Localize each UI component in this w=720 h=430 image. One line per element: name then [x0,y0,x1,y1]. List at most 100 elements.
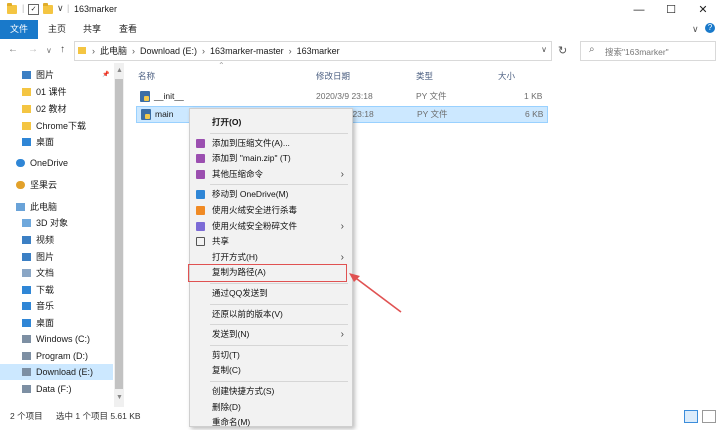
refresh-icon[interactable]: ↻ [558,44,567,57]
forward-arrow-icon[interactable]: → [28,44,38,55]
search-box[interactable]: ⌕ 搜索"163marker" [580,41,716,61]
menu-item-label: 使用火绒安全粉碎文件 [212,220,298,231]
sidebar-item[interactable]: 图片 📌 [0,67,113,83]
close-button[interactable]: ✕ [686,0,720,20]
videos-icon [22,236,31,244]
sidebar-item[interactable]: 桌面 [0,134,113,150]
sidebar-item[interactable]: 此电脑 [0,199,113,215]
folder-icon [22,88,31,96]
tab-home[interactable]: 主页 [40,20,74,39]
sidebar-item[interactable]: Chrome下载 [0,118,113,134]
minimize-button[interactable]: — [622,0,656,20]
menu-item[interactable]: 添加到压缩文件(A)... [190,136,352,151]
column-header-date[interactable]: 修改日期 [316,70,350,82]
sidebar-item[interactable]: 文档 [0,265,113,281]
menu-item[interactable]: 还原以前的版本(V) [190,307,352,322]
menu-item[interactable]: 共享 [190,234,352,249]
search-input[interactable]: 搜索"163marker" [605,46,669,58]
sidebar-item-label: 图片 [36,252,55,262]
maximize-button[interactable]: ☐ [654,0,688,20]
menu-item[interactable]: 添加到 "main.zip" (T) [190,151,352,166]
submenu-arrow-icon: › [340,251,344,263]
breadcrumb-item[interactable]: 163marker-master [210,46,284,56]
search-icon: ⌕ [589,44,595,55]
details-view-icon[interactable] [684,410,698,423]
menu-item[interactable]: 通过QQ发送到 [190,286,352,301]
column-header-name[interactable]: 名称 [138,70,155,82]
menu-item[interactable]: 创建快捷方式(S) [190,384,352,399]
sidebar-item-label: 3D 对象 [36,218,69,228]
menu-item-label: 删除(D) [212,401,241,412]
checkbox-icon[interactable]: ✓ [28,4,39,15]
sidebar-item[interactable]: OneDrive [0,155,113,171]
menu-item[interactable]: 剪切(T) [190,348,352,363]
new-folder-icon[interactable] [43,3,53,14]
tab-file[interactable]: 文件 [0,20,38,39]
tab-share[interactable]: 共享 [75,20,109,39]
quick-access-dropdown-icon[interactable]: ∨ [57,3,64,14]
submenu-arrow-icon: › [340,220,344,232]
menu-item[interactable]: 使用火绒安全进行杀毒 [190,203,352,218]
sidebar-item[interactable]: 图片 [0,249,113,265]
file-size: 1 KB [524,91,543,101]
computer-icon [16,203,25,211]
sidebar-item[interactable]: 02 教材 [0,101,113,117]
breadcrumb-item[interactable]: 163marker [297,46,340,56]
recent-locations-icon[interactable]: ∨ [46,46,52,55]
menu-item[interactable]: 打开(O) [190,115,352,130]
sidebar-item[interactable]: 下载 [0,282,113,298]
folder-icon [7,3,17,14]
sidebar-scrollbar[interactable]: ▲ ▼ [114,63,124,407]
large-icons-view-icon[interactable] [702,410,716,423]
sidebar-item-label: Windows (C:) [36,334,91,344]
menu-item-label: 创建快捷方式(S) [212,386,275,396]
menu-item[interactable]: 打开方式(H) › [190,250,352,265]
sidebar-item-label: 文档 [36,268,55,278]
scrollbar-thumb[interactable] [115,79,123,389]
menu-item[interactable]: 使用火绒安全粉碎文件 › [190,219,352,234]
folder-icon [22,122,31,130]
sidebar-item[interactable]: 音乐 [0,298,113,314]
sidebar-item[interactable]: Windows (C:) [0,331,113,347]
selection-info: 选中 1 个项目 5.61 KB [56,411,141,421]
address-dropdown-icon[interactable]: ∨ [541,45,547,54]
file-name: main [155,109,174,119]
sidebar-item[interactable]: 视频 [0,232,113,248]
menu-item[interactable]: 移动到 OneDrive(M) [190,187,352,202]
menu-item-label: 添加到压缩文件(A)... [212,137,290,148]
sidebar-item[interactable]: Program (D:) [0,348,113,364]
scroll-up-icon[interactable]: ▲ [116,67,123,74]
breadcrumb-item[interactable]: Download (E:) [140,46,197,56]
onedrive-icon [16,159,25,167]
file-row[interactable]: __init__ 2020/3/9 23:18 PY 文件 1 KB [136,89,546,104]
sidebar-item[interactable]: Data (F:) [0,381,113,397]
menu-item[interactable]: 复制(C) [190,363,352,378]
sidebar-item[interactable]: 坚果云 [0,177,113,193]
file-name: __init__ [154,91,184,101]
help-icon[interactable]: ? [705,23,715,33]
menu-item-label: 还原以前的版本(V) [212,308,283,319]
menu-separator [210,283,348,284]
address-bar[interactable]: › 此电脑 › Download (E:) › 163marker-master › 163m… [74,41,552,61]
breadcrumb-item[interactable]: 此电脑 [100,46,127,56]
tab-view[interactable]: 查看 [111,20,145,39]
up-arrow-icon[interactable]: ↑ [60,44,65,55]
scroll-down-icon[interactable]: ▼ [116,394,123,401]
ribbon-expand-icon[interactable]: ∨ [692,24,699,35]
column-header-size[interactable]: 大小 [498,70,515,82]
menu-item[interactable]: 重命名(M) [190,415,352,430]
sidebar-item[interactable]: 桌面 [0,315,113,331]
menu-item[interactable]: 发送到(N) › [190,327,352,342]
sidebar-item[interactable]: 3D 对象 [0,215,113,231]
menu-item[interactable]: 删除(D) [190,400,352,415]
menu-separator [210,132,348,134]
sidebar-item[interactable]: Download (E:) [0,364,113,380]
pictures-icon [22,253,31,261]
sidebar-item[interactable]: 01 课件 [0,84,113,100]
menu-item[interactable]: 其他压缩命令 › [190,167,352,182]
sidebar-item-label: 桌面 [36,318,55,328]
back-arrow-icon[interactable]: ← [8,44,18,55]
onedrive-icon [196,190,205,200]
window-title: 163marker [74,4,118,14]
column-header-type[interactable]: 类型 [416,70,433,82]
